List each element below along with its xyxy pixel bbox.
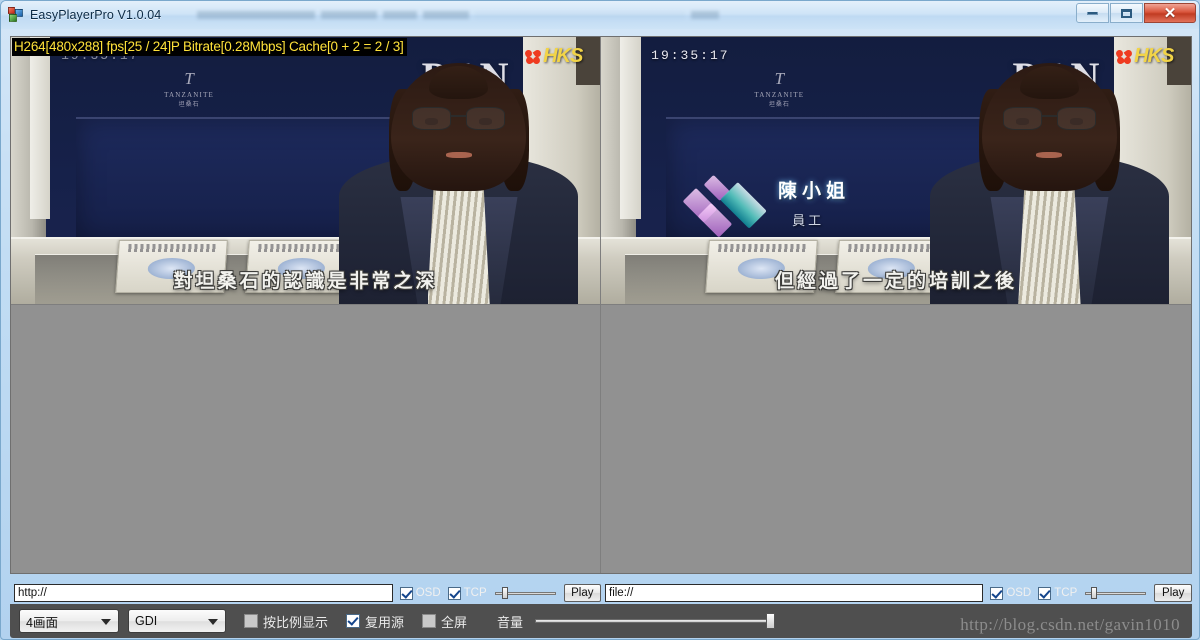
play-button-left[interactable]: Play	[563, 584, 602, 602]
checkbox-icon	[244, 614, 258, 628]
video-panel-top-right[interactable]: T TANZANITE 坦桑石 PIN	[601, 37, 1191, 305]
stream-controls-left: OSD TCP Play	[10, 582, 602, 604]
maximize-button[interactable]	[1110, 3, 1143, 23]
url-input-left[interactable]	[14, 584, 393, 602]
toolbar-row: 4画面 GDI 按比例显示 复用源 全屏 音量 http://blog.csdn…	[10, 604, 1192, 638]
title-bar: EasyPlayerPro V1.0.04 ✕	[1, 1, 1199, 29]
render-select-value: GDI	[135, 614, 158, 628]
brand-mark: T	[184, 69, 194, 89]
minimize-icon	[1087, 11, 1098, 15]
reuse-source-label: 复用源	[365, 614, 405, 630]
slider-knob[interactable]	[766, 613, 776, 629]
reuse-source-checkbox[interactable]: 复用源	[346, 612, 404, 631]
nameplate-role: 員工	[792, 213, 825, 229]
layout-select-value: 4画面	[26, 615, 58, 630]
brand-name: TANZANITE	[754, 91, 805, 100]
tcp-label-right: TCP	[1054, 587, 1078, 599]
close-button[interactable]: ✕	[1144, 3, 1196, 23]
checkbox-icon	[422, 614, 437, 628]
osd-label-left: OSD	[415, 587, 441, 599]
video-grid: T TANZANITE 坦桑石 PIN	[10, 36, 1192, 574]
close-icon: ✕	[1163, 4, 1177, 22]
video-nameplate: 陳小姐 員工	[683, 174, 920, 238]
channel-logo: HKS	[1114, 45, 1174, 68]
slider-track	[535, 619, 776, 623]
video-subtitle: 但經過了一定的培訓之後	[774, 271, 1017, 293]
video-panel-bottom-right[interactable]	[601, 305, 1191, 573]
channel-logo-text: HKS	[543, 45, 583, 67]
aspect-ratio-checkbox[interactable]: 按比例显示	[244, 612, 328, 631]
channel-logo-text: HKS	[1134, 45, 1174, 67]
chevron-down-icon	[101, 619, 111, 625]
video-subtitle: 對坦桑石的認識是非常之深	[173, 271, 438, 293]
volume-label: 音量	[497, 614, 524, 630]
video-panel-bottom-left[interactable]	[11, 305, 601, 573]
checkbox-icon	[346, 614, 361, 628]
app-blocks-icon	[8, 7, 24, 23]
stream-control-row: OSD TCP Play OSD TCP	[10, 582, 1192, 604]
nameplate-name: 陳小姐	[777, 180, 850, 202]
stream-controls-right: OSD TCP Play	[601, 582, 1192, 604]
tcp-checkbox-right[interactable]: TCP	[1038, 586, 1078, 600]
watermark: http://blog.csdn.net/gavin1010	[960, 615, 1180, 634]
buffer-slider-right[interactable]	[1085, 586, 1147, 600]
window-buttons: ✕	[1075, 3, 1196, 23]
flower-icon	[1114, 48, 1134, 65]
aspect-ratio-label: 按比例显示	[263, 614, 329, 630]
brand-subtitle: 坦桑石	[178, 102, 200, 109]
checkbox-icon	[399, 586, 413, 600]
titlebar-ghost-artifacts	[197, 7, 725, 23]
osd-checkbox-right[interactable]: OSD	[990, 586, 1032, 600]
play-button-right[interactable]: Play	[1154, 584, 1192, 602]
osd-checkbox-left[interactable]: OSD	[399, 586, 441, 600]
channel-logo: HKS	[523, 45, 583, 68]
osd-stream-stats: H264[480x288] fps[25 / 24]P Bitrate[0.28…	[12, 38, 407, 56]
buffer-slider-left[interactable]	[494, 586, 556, 600]
fullscreen-checkbox[interactable]: 全屏	[422, 612, 467, 631]
video-left-pillar	[29, 37, 51, 219]
video-brand-logo: T TANZANITE 坦桑石	[164, 69, 214, 108]
video-frame: T TANZANITE 坦桑石 PIN	[11, 37, 600, 304]
checkbox-icon	[990, 586, 1004, 600]
brand-subtitle: 坦桑石	[768, 102, 790, 109]
video-frame: T TANZANITE 坦桑石 PIN	[601, 37, 1191, 304]
video-brand-logo: T TANZANITE 坦桑石	[754, 69, 804, 108]
gem-icon	[683, 174, 774, 238]
minimize-button[interactable]	[1076, 3, 1109, 23]
video-timecode: 19:35:17	[651, 47, 730, 63]
osd-label-right: OSD	[1006, 587, 1032, 599]
maximize-icon	[1121, 8, 1132, 18]
brand-mark: T	[774, 69, 785, 89]
brand-name: TANZANITE	[164, 91, 215, 100]
video-left-pillar	[619, 37, 641, 219]
flower-icon	[523, 48, 543, 65]
checkbox-icon	[1038, 586, 1052, 600]
window-title: EasyPlayerPro V1.0.04	[30, 8, 162, 22]
checkbox-icon	[447, 586, 461, 600]
layout-select[interactable]: 4画面	[19, 609, 119, 633]
chevron-down-icon	[208, 619, 218, 625]
slider-knob[interactable]	[1091, 587, 1098, 599]
video-panel-top-left[interactable]: T TANZANITE 坦桑石 PIN	[11, 37, 601, 305]
tcp-checkbox-left[interactable]: TCP	[447, 586, 487, 600]
url-input-right[interactable]	[605, 584, 984, 602]
application-window: EasyPlayerPro V1.0.04 ✕ T TANZANITE 坦桑石 …	[0, 0, 1200, 640]
tcp-label-left: TCP	[463, 587, 487, 599]
slider-knob[interactable]	[501, 587, 508, 599]
render-select[interactable]: GDI	[128, 609, 226, 633]
volume-slider[interactable]	[535, 613, 776, 629]
fullscreen-label: 全屏	[441, 614, 468, 630]
